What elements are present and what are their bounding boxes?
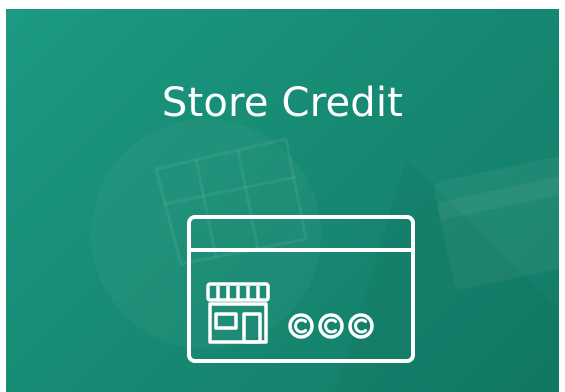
- store-icon: [206, 282, 270, 344]
- banner-title: Store Credit: [161, 80, 404, 126]
- store-credit-card-icon: [187, 215, 415, 363]
- store-credit-banner: Store Credit: [6, 9, 559, 392]
- coins-icon: [288, 313, 374, 339]
